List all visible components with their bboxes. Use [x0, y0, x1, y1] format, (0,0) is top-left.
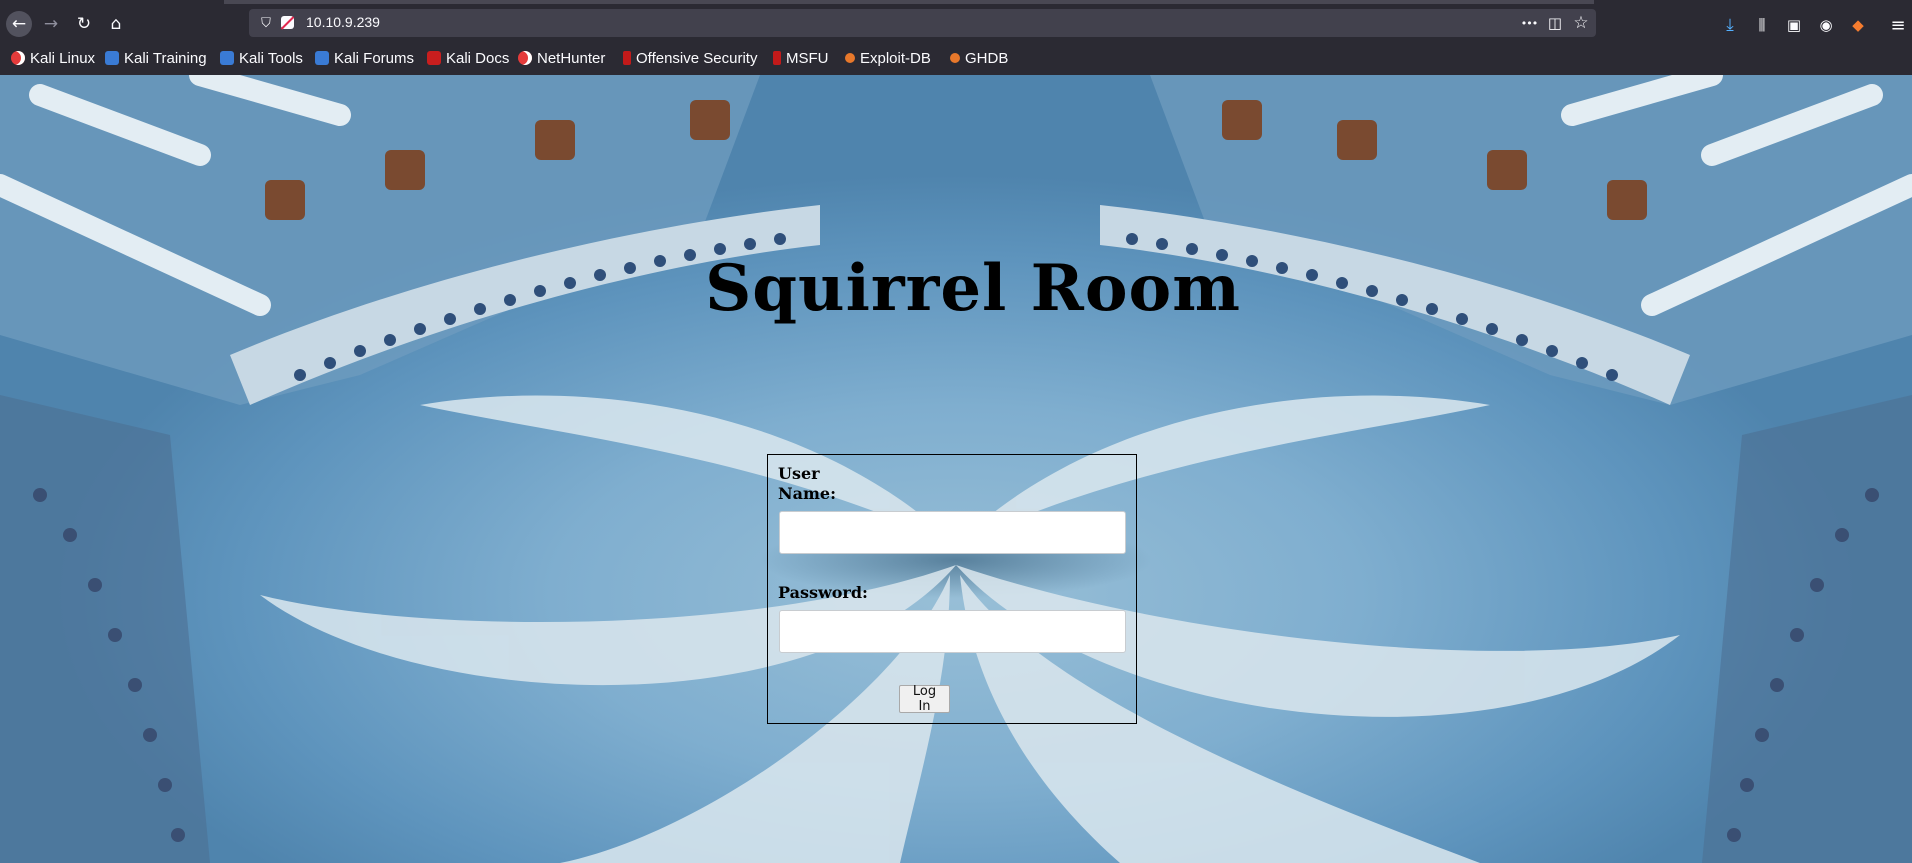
browser-chrome: ← → ↻ ⌂ ⛉ 10.10.9.239 ••• ◫ ☆ ⤓ ⫼ ▣ ◉ ◆ … — [0, 0, 1912, 75]
bookmark-kali-training[interactable]: Kali Training — [105, 47, 207, 69]
bookmark-kali-linux[interactable]: Kali Linux — [11, 47, 95, 69]
username-input[interactable] — [779, 511, 1126, 554]
pocket-icon[interactable]: ◫ — [1545, 13, 1565, 33]
more-actions-icon[interactable]: ••• — [1519, 13, 1539, 33]
reload-icon[interactable]: ↻ — [71, 11, 97, 37]
bookmark-label: Kali Linux — [30, 49, 96, 67]
bookmark-label: MSFU — [786, 49, 829, 67]
bookmark-label: Kali Forums — [334, 49, 415, 67]
bookmark-ghdb[interactable]: GHDB — [950, 47, 1008, 69]
url-text[interactable]: 10.10.9.239 — [306, 14, 380, 30]
bookmark-label: NetHunter — [537, 49, 606, 67]
login-button[interactable]: Log In — [899, 684, 950, 714]
forward-arrow-icon[interactable]: → — [38, 11, 64, 37]
star-icon[interactable]: ☆ — [1571, 13, 1591, 33]
bookmark-kali-docs[interactable]: Kali Docs — [427, 47, 509, 69]
page-viewport: Squirrel Room User Name: Password: Log I… — [0, 75, 1912, 863]
offsec-icon — [623, 51, 631, 65]
bookmark-nethunter[interactable]: NetHunter — [518, 47, 605, 69]
back-arrow-icon[interactable]: ← — [6, 11, 32, 37]
library-icon[interactable]: ⫼ — [1751, 14, 1773, 36]
password-input[interactable] — [779, 610, 1126, 653]
kali-tools-icon — [220, 51, 234, 65]
nethunter-icon — [518, 51, 532, 65]
bookmark-kali-forums[interactable]: Kali Forums — [315, 47, 414, 69]
bookmark-msfu[interactable]: MSFU — [773, 47, 829, 69]
kali-forums-icon — [315, 51, 329, 65]
sidebar-icon[interactable]: ▣ — [1783, 14, 1805, 36]
address-bar[interactable]: ⛉ 10.10.9.239 ••• ◫ ☆ — [249, 9, 1596, 37]
bookmark-kali-tools[interactable]: Kali Tools — [220, 47, 303, 69]
ghdb-icon — [950, 53, 960, 63]
bookmark-label: Exploit-DB — [860, 49, 931, 67]
bookmark-label: Kali Docs — [446, 49, 510, 67]
password-label: Password: — [778, 583, 868, 602]
kali-docs-icon — [427, 51, 441, 65]
home-icon[interactable]: ⌂ — [103, 11, 129, 37]
fox-extension-icon[interactable]: ◆ — [1847, 14, 1869, 36]
username-label: User Name: — [778, 464, 837, 503]
bookmark-label: Kali Training — [124, 49, 207, 67]
login-form: User Name: Password: Log In — [767, 454, 1137, 724]
bookmark-label: GHDB — [965, 49, 1009, 67]
download-arrow-icon[interactable]: ⤓ — [1719, 14, 1741, 36]
insecure-lock-icon[interactable] — [281, 16, 294, 29]
shield-icon[interactable]: ⛉ — [257, 13, 275, 33]
bookmark-label: Offensive Security — [636, 49, 758, 67]
bookmarks-toolbar: Kali Linux Kali Training Kali Tools Kali… — [0, 45, 1912, 71]
kali-dragon-icon — [11, 51, 25, 65]
account-icon[interactable]: ◉ — [1815, 14, 1837, 36]
hamburger-menu-icon[interactable]: ≡ — [1887, 14, 1909, 36]
page-title: Squirrel Room — [705, 251, 1241, 326]
navigation-toolbar: ← → ↻ ⌂ ⛉ 10.10.9.239 ••• ◫ ☆ ⤓ ⫼ ▣ ◉ ◆ … — [0, 4, 1912, 42]
bookmark-exploit-db[interactable]: Exploit-DB — [845, 47, 931, 69]
kali-training-icon — [105, 51, 119, 65]
bookmark-offensive-security[interactable]: Offensive Security — [623, 47, 757, 69]
msfu-icon — [773, 51, 781, 65]
exploit-db-icon — [845, 53, 855, 63]
bookmark-label: Kali Tools — [239, 49, 303, 67]
